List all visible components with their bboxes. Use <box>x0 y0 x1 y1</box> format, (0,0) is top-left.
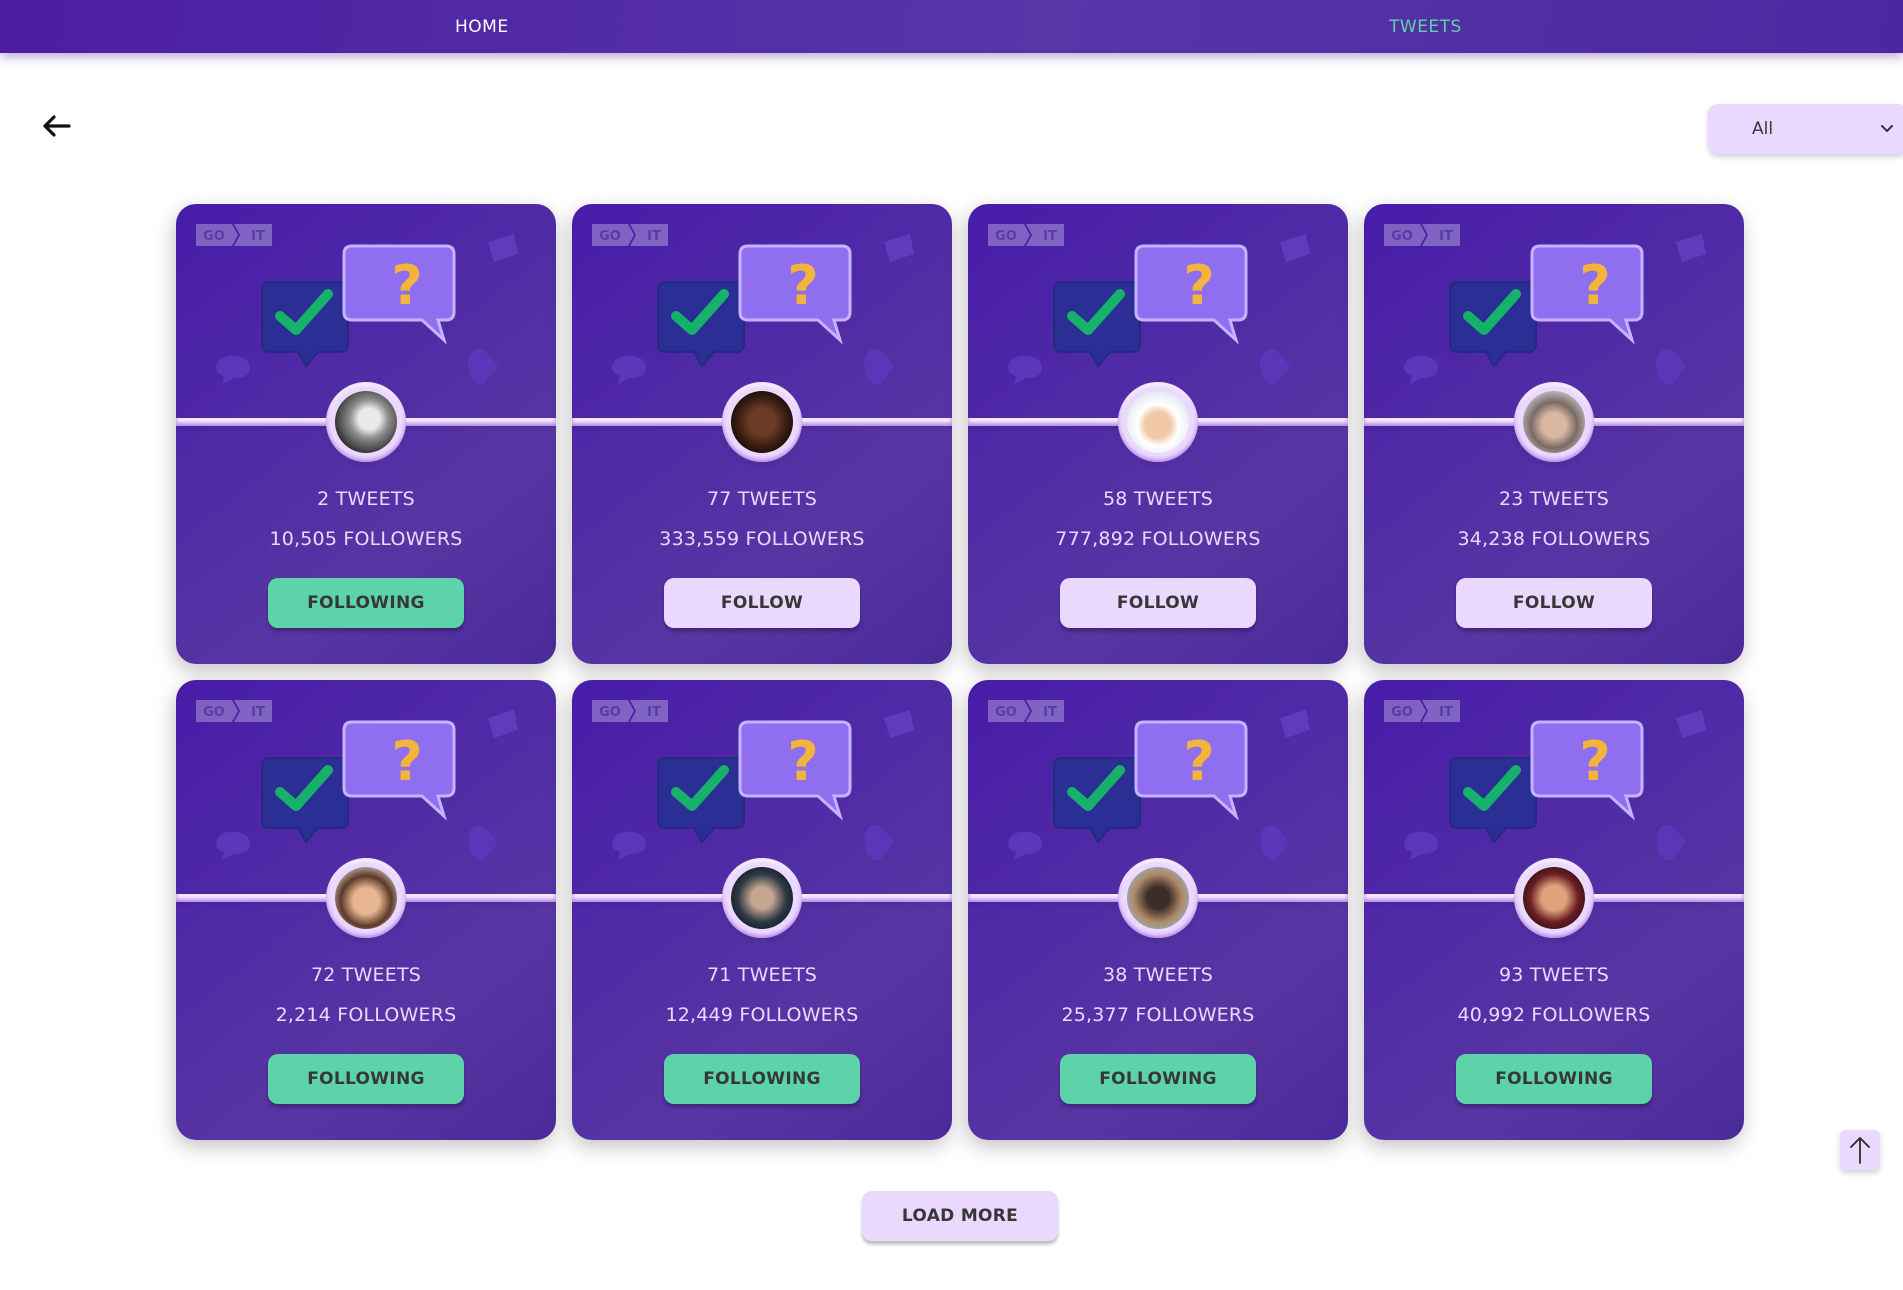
user-card: GO IT ? <box>572 680 952 1140</box>
avatar-ring <box>1514 382 1594 462</box>
avatar <box>335 391 397 453</box>
following-button[interactable]: FOLLOWING <box>664 1054 860 1104</box>
avatar-ring <box>722 382 802 462</box>
user-card: GO IT ? <box>1364 680 1744 1140</box>
user-card-grid: GO IT ? 2 TWEETS 10,505 FOLLOWERS FOLLOW… <box>176 204 1746 1140</box>
load-more-button[interactable]: LOAD MORE <box>862 1191 1058 1241</box>
arrow-left-icon <box>43 115 71 137</box>
followers-count: 2,214 FOLLOWERS <box>275 1004 457 1026</box>
svg-text:?: ? <box>391 254 422 317</box>
scroll-to-top-button[interactable] <box>1840 1130 1880 1170</box>
avatar-ring <box>722 858 802 938</box>
avatar-ring <box>326 382 406 462</box>
avatar <box>1127 391 1189 453</box>
filter-selected-value: All <box>1752 119 1774 139</box>
following-button[interactable]: FOLLOWING <box>268 1054 464 1104</box>
top-navigation-bar: HOME TWEETS <box>0 0 1903 53</box>
follow-button[interactable]: FOLLOW <box>1060 578 1256 628</box>
follow-button[interactable]: FOLLOW <box>664 578 860 628</box>
nav-home-link[interactable]: HOME <box>455 0 509 53</box>
user-card: GO IT ? <box>176 204 556 664</box>
svg-text:?: ? <box>1579 254 1610 317</box>
avatar-ring <box>1118 858 1198 938</box>
avatar <box>731 391 793 453</box>
followers-count: 777,892 FOLLOWERS <box>1055 528 1261 550</box>
following-button[interactable]: FOLLOWING <box>268 578 464 628</box>
avatar <box>1523 867 1585 929</box>
tweets-count: 58 TWEETS <box>1102 488 1214 510</box>
tweets-count: 72 TWEETS <box>310 964 422 986</box>
avatar-ring <box>326 858 406 938</box>
avatar-ring <box>1514 858 1594 938</box>
followers-count: 10,505 FOLLOWERS <box>269 528 463 550</box>
tweets-count: 93 TWEETS <box>1498 964 1610 986</box>
following-button[interactable]: FOLLOWING <box>1060 1054 1256 1104</box>
user-card: GO IT ? <box>176 680 556 1140</box>
filter-select[interactable]: All <box>1708 104 1903 154</box>
chevron-down-icon <box>1881 125 1893 132</box>
tweets-count: 38 TWEETS <box>1102 964 1214 986</box>
nav-tweets-link[interactable]: TWEETS <box>1389 0 1462 53</box>
avatar <box>1127 867 1189 929</box>
followers-count: 333,559 FOLLOWERS <box>659 528 865 550</box>
arrow-up-icon <box>1850 1137 1870 1164</box>
svg-text:?: ? <box>391 730 422 793</box>
avatar <box>335 867 397 929</box>
svg-text:?: ? <box>1579 730 1610 793</box>
followers-count: 34,238 FOLLOWERS <box>1457 528 1651 550</box>
followers-count: 12,449 FOLLOWERS <box>665 1004 859 1026</box>
user-card: GO IT ? <box>968 680 1348 1140</box>
user-card: GO IT ? <box>572 204 952 664</box>
tweets-count: 2 TWEETS <box>317 488 415 510</box>
follow-button[interactable]: FOLLOW <box>1456 578 1652 628</box>
followers-count: 40,992 FOLLOWERS <box>1457 1004 1651 1026</box>
user-card: GO IT ? <box>1364 204 1744 664</box>
followers-count: 25,377 FOLLOWERS <box>1061 1004 1255 1026</box>
tweets-count: 71 TWEETS <box>706 964 818 986</box>
svg-text:?: ? <box>1183 730 1214 793</box>
tweets-count: 23 TWEETS <box>1498 488 1610 510</box>
svg-text:?: ? <box>787 254 818 317</box>
back-button[interactable] <box>38 108 74 144</box>
avatar <box>731 867 793 929</box>
avatar <box>1523 391 1585 453</box>
tweets-count: 77 TWEETS <box>706 488 818 510</box>
svg-text:?: ? <box>1183 254 1214 317</box>
avatar-ring <box>1118 382 1198 462</box>
svg-text:?: ? <box>787 730 818 793</box>
user-card: GO IT ? <box>968 204 1348 664</box>
following-button[interactable]: FOLLOWING <box>1456 1054 1652 1104</box>
